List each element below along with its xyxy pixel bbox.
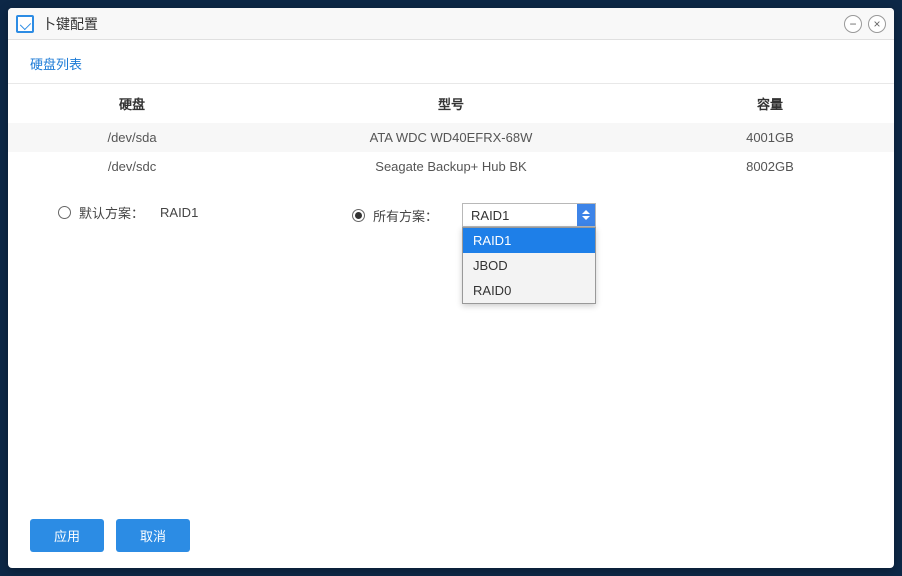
default-scheme-value: RAID1 [160, 205, 198, 220]
default-scheme-option[interactable]: 默认方案： RAID1 [58, 203, 352, 222]
cell-disk: /dev/sdc [8, 152, 256, 181]
table-header-row: 硬盘 型号 容量 [8, 84, 894, 123]
button-bar: 应用 取消 [8, 503, 894, 568]
select-value: RAID1 [471, 208, 509, 223]
default-scheme-label: 默认方案： [79, 203, 144, 222]
radio-default[interactable] [58, 206, 71, 219]
cell-model: Seagate Backup+ Hub BK [256, 152, 646, 181]
scheme-select[interactable]: RAID1 [462, 203, 596, 227]
close-button[interactable]: × [868, 15, 886, 33]
minimize-button[interactable]: − [844, 15, 862, 33]
dropdown-item-raid1[interactable]: RAID1 [463, 228, 595, 253]
all-scheme-label: 所有方案： [373, 206, 438, 225]
section-header: 硬盘列表 [8, 40, 894, 84]
header-capacity: 容量 [646, 84, 894, 123]
all-scheme-option[interactable]: 所有方案： RAID1 RAID1 JBOD RAID0 [352, 203, 596, 227]
content-area: 硬盘 型号 容量 /dev/sda ATA WDC WD40EFRX-68W 4… [8, 84, 894, 503]
config-window: 卜键配置 − × 硬盘列表 硬盘 型号 容量 /dev/sda ATA WDC … [8, 8, 894, 568]
table-row: /dev/sda ATA WDC WD40EFRX-68W 4001GB [8, 123, 894, 152]
dropdown-item-raid0[interactable]: RAID0 [463, 278, 595, 303]
cancel-button[interactable]: 取消 [116, 519, 190, 552]
header-disk: 硬盘 [8, 84, 256, 123]
window-title: 卜键配置 [42, 14, 844, 34]
header-model: 型号 [256, 84, 646, 123]
cell-disk: /dev/sda [8, 123, 256, 152]
disk-table: 硬盘 型号 容量 /dev/sda ATA WDC WD40EFRX-68W 4… [8, 84, 894, 181]
titlebar: 卜键配置 − × [8, 8, 894, 40]
app-icon [16, 15, 34, 33]
scheme-row: 默认方案： RAID1 所有方案： RAID1 RAID1 JBOD RAID0 [8, 181, 894, 249]
radio-all[interactable] [352, 209, 365, 222]
dropdown-item-jbod[interactable]: JBOD [463, 253, 595, 278]
cell-capacity: 4001GB [646, 123, 894, 152]
scheme-select-wrapper: RAID1 RAID1 JBOD RAID0 [462, 203, 596, 227]
cell-model: ATA WDC WD40EFRX-68W [256, 123, 646, 152]
apply-button[interactable]: 应用 [30, 519, 104, 552]
select-arrows-icon [577, 204, 595, 226]
cell-capacity: 8002GB [646, 152, 894, 181]
scheme-dropdown: RAID1 JBOD RAID0 [462, 227, 596, 304]
section-title: 硬盘列表 [30, 57, 82, 72]
table-row: /dev/sdc Seagate Backup+ Hub BK 8002GB [8, 152, 894, 181]
window-controls: − × [844, 15, 886, 33]
